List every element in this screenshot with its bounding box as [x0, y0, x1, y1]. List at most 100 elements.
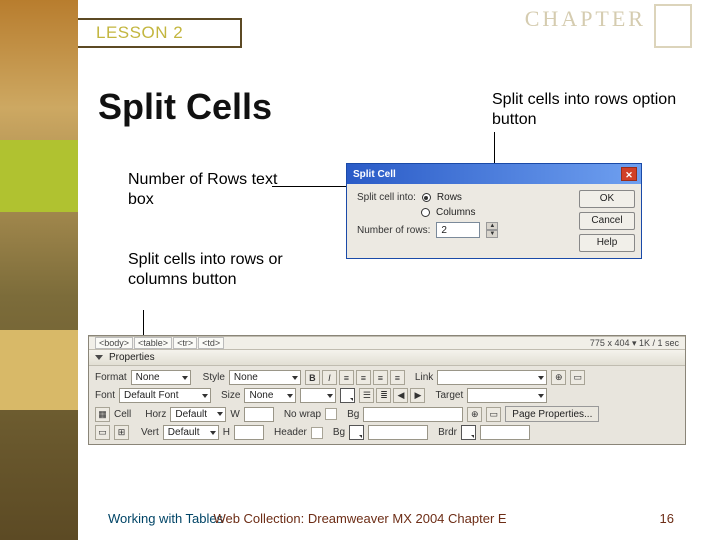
outdent-button[interactable]: ◀	[393, 388, 408, 403]
cell-icon: ▦	[95, 407, 110, 422]
rows-radio-label: Rows	[437, 192, 462, 203]
cell-label: Cell	[114, 409, 131, 420]
rows-radio[interactable]	[422, 193, 431, 202]
bg-color-field[interactable]	[368, 425, 428, 440]
properties-header[interactable]: Properties	[89, 350, 685, 366]
cancel-button[interactable]: Cancel	[579, 212, 635, 230]
columns-radio[interactable]	[421, 208, 430, 217]
split-into-label: Split cell into:	[357, 192, 416, 203]
ul-button[interactable]: ☰	[359, 388, 374, 403]
tag-body[interactable]: <body>	[95, 337, 133, 349]
columns-radio-label: Columns	[436, 207, 475, 218]
split-cells-button[interactable]: ⊞	[114, 425, 129, 440]
italic-button[interactable]: I	[322, 370, 337, 385]
chapter-deco: CHAPTER	[525, 6, 692, 48]
callout-split-button: Split cells into rows or columns button	[128, 250, 298, 290]
font-select[interactable]: Default Font	[119, 388, 211, 403]
bg-label: Bg	[347, 409, 359, 420]
ol-button[interactable]: ≣	[376, 388, 391, 403]
w-label: W	[230, 409, 239, 420]
link-folder-button[interactable]: ▭	[570, 370, 585, 385]
tag-selector[interactable]: <body><table><tr><td>	[95, 338, 225, 348]
page-title: Split Cells	[98, 86, 272, 128]
header-checkbox[interactable]	[311, 427, 323, 439]
callout-num-rows: Number of Rows text box	[128, 170, 278, 210]
brdr-label: Brdr	[438, 427, 457, 438]
properties-body: Format None Style None B I ≡ ≡ ≡ ≡ Link …	[89, 366, 685, 447]
num-rows-spinner[interactable]: ▲▼	[486, 222, 498, 238]
dialog-buttons: OK Cancel Help	[579, 190, 635, 252]
style-label: Style	[203, 372, 225, 383]
status-bar: <body><table><tr><td> 775 x 404 ▾ 1K / 1…	[89, 336, 685, 350]
dialog-title-text: Split Cell	[353, 169, 396, 180]
lesson-label: LESSON 2	[96, 23, 183, 43]
target-select[interactable]	[467, 388, 547, 403]
size-label: Size	[221, 390, 240, 401]
bg2-label: Bg	[333, 427, 345, 438]
brdr-color-swatch[interactable]	[461, 425, 476, 440]
list-indent-icons: ☰ ≣ ◀ ▶	[359, 388, 425, 403]
bg-color-swatch[interactable]	[349, 425, 364, 440]
nowrap-checkbox[interactable]	[325, 408, 337, 420]
status-right: 775 x 404 ▾ 1K / 1 sec	[590, 338, 679, 349]
bg-field[interactable]	[363, 407, 463, 422]
nowrap-label: No wrap	[284, 409, 321, 420]
footer-mid: Web Collection: Dreamweaver MX 2004 Chap…	[0, 511, 720, 526]
chevron-down-icon	[95, 355, 103, 360]
bold-button[interactable]: B	[305, 370, 320, 385]
indent-button[interactable]: ▶	[410, 388, 425, 403]
align-left-button[interactable]: ≡	[339, 370, 354, 385]
link-field[interactable]	[437, 370, 547, 385]
link-browse-button[interactable]: ⊕	[551, 370, 566, 385]
size-select[interactable]: None	[244, 388, 296, 403]
prop-row-1: Format None Style None B I ≡ ≡ ≡ ≡ Link …	[95, 370, 679, 385]
help-button[interactable]: Help	[579, 234, 635, 252]
num-rows-field[interactable]: 2	[436, 222, 480, 238]
split-cell-dialog: Split Cell ✕ Split cell into: Rows Colum…	[346, 163, 642, 259]
text-format-icons: B I ≡ ≡ ≡ ≡	[305, 370, 405, 385]
align-justify-button[interactable]: ≡	[390, 370, 405, 385]
dialog-titlebar: Split Cell ✕	[347, 164, 641, 184]
page-properties-button[interactable]: Page Properties...	[505, 406, 599, 422]
format-label: Format	[95, 372, 127, 383]
properties-panel: <body><table><tr><td> 775 x 404 ▾ 1K / 1…	[88, 335, 686, 445]
prop-row-4: ▭ ⊞ Vert Default H Header Bg Brdr	[95, 425, 679, 440]
footer-page-number: 16	[660, 511, 674, 526]
h-label: H	[223, 427, 230, 438]
h-field[interactable]	[234, 425, 264, 440]
dialog-body: Split cell into: Rows Columns Number of …	[347, 184, 641, 260]
chapter-letter-box	[654, 4, 692, 48]
tag-td[interactable]: <td>	[198, 337, 224, 349]
vert-label: Vert	[141, 427, 159, 438]
font-label: Font	[95, 390, 115, 401]
tag-tr[interactable]: <tr>	[173, 337, 197, 349]
link-label: Link	[415, 372, 433, 383]
callout-rows-option: Split cells into rows option button	[492, 90, 682, 130]
num-rows-label: Number of rows:	[357, 225, 430, 236]
lesson-box: LESSON 2	[78, 18, 242, 48]
properties-title: Properties	[109, 352, 155, 363]
format-select[interactable]: None	[131, 370, 191, 385]
size-unit-select[interactable]	[300, 388, 336, 403]
horz-label: Horz	[145, 409, 166, 420]
dialog-close-button[interactable]: ✕	[621, 167, 637, 181]
horz-select[interactable]: Default	[170, 407, 226, 422]
chapter-word: CHAPTER	[525, 6, 646, 32]
merge-cells-button[interactable]: ▭	[95, 425, 110, 440]
align-right-button[interactable]: ≡	[373, 370, 388, 385]
prop-row-2: Font Default Font Size None ☰ ≣ ◀ ▶ Targ…	[95, 388, 679, 403]
brdr-color-field[interactable]	[480, 425, 530, 440]
tag-table[interactable]: <table>	[134, 337, 172, 349]
decorative-sidebar	[0, 0, 78, 540]
w-field[interactable]	[244, 407, 274, 422]
header-label: Header	[274, 427, 307, 438]
align-center-button[interactable]: ≡	[356, 370, 371, 385]
vert-select[interactable]: Default	[163, 425, 219, 440]
target-label: Target	[435, 390, 463, 401]
prop-row-3: ▦ Cell Horz Default W No wrap Bg ⊕ ▭ Pag…	[95, 406, 679, 422]
bg-folder-button[interactable]: ▭	[486, 407, 501, 422]
bg-browse-button[interactable]: ⊕	[467, 407, 482, 422]
style-select[interactable]: None	[229, 370, 301, 385]
text-color-swatch[interactable]	[340, 388, 355, 403]
ok-button[interactable]: OK	[579, 190, 635, 208]
